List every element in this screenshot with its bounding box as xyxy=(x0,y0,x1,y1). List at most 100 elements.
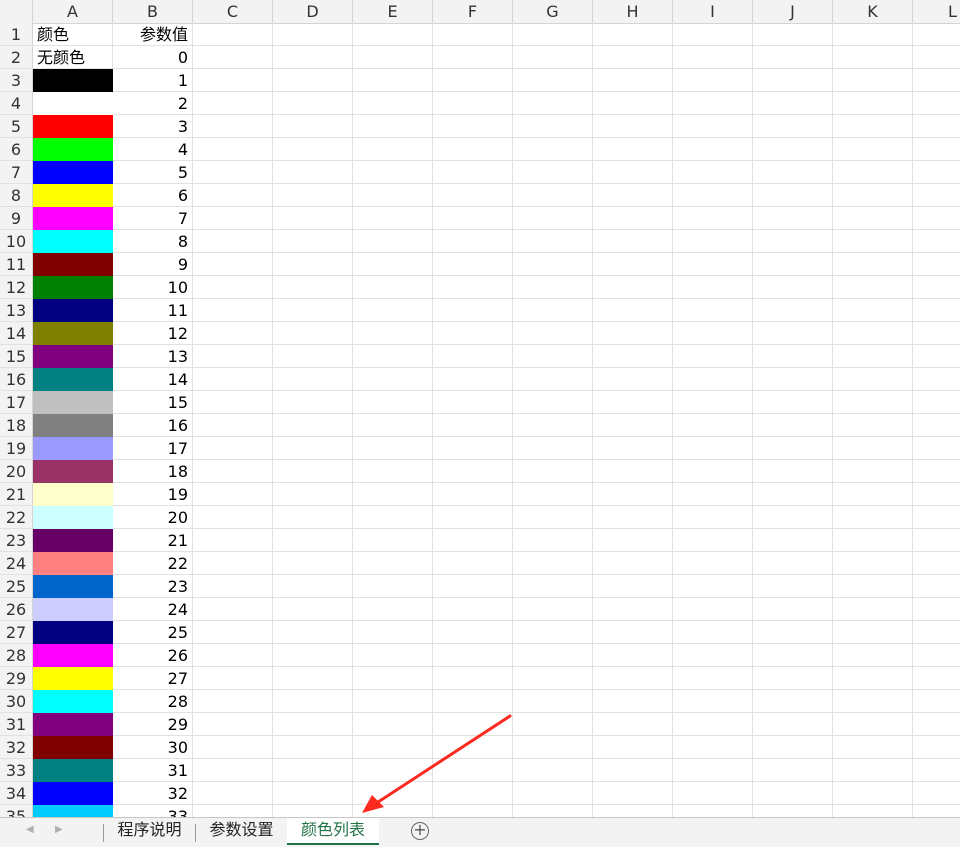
cell-parameter-value[interactable]: 参数值 xyxy=(113,23,193,46)
cell[interactable] xyxy=(753,345,833,368)
cell[interactable] xyxy=(833,207,913,230)
cell[interactable] xyxy=(833,506,913,529)
cell[interactable] xyxy=(753,23,833,46)
cell[interactable] xyxy=(913,23,960,46)
cell[interactable] xyxy=(753,506,833,529)
cell[interactable] xyxy=(753,460,833,483)
cell[interactable] xyxy=(273,805,353,817)
cell[interactable] xyxy=(753,621,833,644)
cell[interactable] xyxy=(433,230,513,253)
cell[interactable] xyxy=(673,207,753,230)
row-header[interactable]: 2 xyxy=(0,46,33,69)
cell[interactable] xyxy=(673,184,753,207)
cell[interactable] xyxy=(273,782,353,805)
cell-parameter-value[interactable]: 17 xyxy=(113,437,193,460)
cell[interactable] xyxy=(193,506,273,529)
cell[interactable] xyxy=(273,690,353,713)
cell[interactable] xyxy=(513,506,593,529)
cell[interactable] xyxy=(673,138,753,161)
cell[interactable] xyxy=(433,621,513,644)
cell-color[interactable] xyxy=(33,736,113,759)
cell[interactable] xyxy=(753,713,833,736)
cell-color[interactable] xyxy=(33,184,113,207)
cell[interactable] xyxy=(513,575,593,598)
cell[interactable] xyxy=(833,115,913,138)
cell[interactable] xyxy=(593,207,673,230)
cell[interactable] xyxy=(433,805,513,817)
cell[interactable] xyxy=(673,782,753,805)
column-header-g[interactable]: G xyxy=(513,0,593,23)
cell[interactable] xyxy=(833,460,913,483)
cell[interactable] xyxy=(913,345,960,368)
cell[interactable] xyxy=(513,92,593,115)
row-header[interactable]: 21 xyxy=(0,483,33,506)
cell[interactable] xyxy=(433,161,513,184)
cell-color[interactable] xyxy=(33,575,113,598)
cell-parameter-value[interactable]: 8 xyxy=(113,230,193,253)
cell[interactable] xyxy=(193,345,273,368)
cell[interactable] xyxy=(193,644,273,667)
cell[interactable] xyxy=(753,598,833,621)
cell[interactable] xyxy=(913,92,960,115)
row-header[interactable]: 22 xyxy=(0,506,33,529)
cell[interactable] xyxy=(833,736,913,759)
cell-parameter-value[interactable]: 6 xyxy=(113,184,193,207)
cell[interactable] xyxy=(193,437,273,460)
cell[interactable] xyxy=(433,713,513,736)
cell[interactable] xyxy=(673,69,753,92)
cell[interactable] xyxy=(193,276,273,299)
cell[interactable] xyxy=(433,598,513,621)
cell[interactable] xyxy=(913,368,960,391)
cell[interactable] xyxy=(513,391,593,414)
cell[interactable] xyxy=(193,46,273,69)
cell[interactable] xyxy=(593,575,673,598)
row-header[interactable]: 11 xyxy=(0,253,33,276)
row-header[interactable]: 10 xyxy=(0,230,33,253)
sheet-tab-color-list[interactable]: 颜色列表 xyxy=(287,818,379,845)
cell[interactable] xyxy=(353,69,433,92)
cell[interactable] xyxy=(273,184,353,207)
cell[interactable] xyxy=(193,69,273,92)
cell[interactable] xyxy=(913,506,960,529)
cell[interactable] xyxy=(513,621,593,644)
row-header[interactable]: 29 xyxy=(0,667,33,690)
cell-parameter-value[interactable]: 27 xyxy=(113,667,193,690)
cell[interactable] xyxy=(753,644,833,667)
cell[interactable] xyxy=(353,437,433,460)
row-header[interactable]: 17 xyxy=(0,391,33,414)
cell[interactable] xyxy=(513,483,593,506)
cell[interactable] xyxy=(433,483,513,506)
sheet-tab-program-notes[interactable]: 程序说明 xyxy=(104,818,195,845)
cell-parameter-value[interactable]: 9 xyxy=(113,253,193,276)
cell[interactable] xyxy=(513,299,593,322)
cell-parameter-value[interactable]: 24 xyxy=(113,598,193,621)
cell[interactable] xyxy=(433,437,513,460)
cell-color[interactable] xyxy=(33,644,113,667)
cell[interactable] xyxy=(273,414,353,437)
cell[interactable] xyxy=(193,230,273,253)
cell[interactable] xyxy=(353,46,433,69)
cell[interactable] xyxy=(193,552,273,575)
row-header[interactable]: 20 xyxy=(0,460,33,483)
cell[interactable] xyxy=(513,138,593,161)
cell[interactable] xyxy=(353,345,433,368)
cell[interactable] xyxy=(833,598,913,621)
cell[interactable] xyxy=(593,276,673,299)
cell[interactable] xyxy=(753,552,833,575)
cell[interactable] xyxy=(593,621,673,644)
cell[interactable] xyxy=(273,391,353,414)
cell-color[interactable] xyxy=(33,460,113,483)
cell[interactable] xyxy=(433,460,513,483)
cell[interactable] xyxy=(833,299,913,322)
row-header[interactable]: 31 xyxy=(0,713,33,736)
row-header[interactable]: 14 xyxy=(0,322,33,345)
cell-parameter-value[interactable]: 32 xyxy=(113,782,193,805)
cell[interactable] xyxy=(193,690,273,713)
cell[interactable] xyxy=(193,92,273,115)
cell-parameter-value[interactable]: 2 xyxy=(113,92,193,115)
cell-color[interactable] xyxy=(33,368,113,391)
cell[interactable] xyxy=(913,598,960,621)
cell[interactable] xyxy=(833,276,913,299)
cell[interactable] xyxy=(513,184,593,207)
cell[interactable] xyxy=(593,667,673,690)
